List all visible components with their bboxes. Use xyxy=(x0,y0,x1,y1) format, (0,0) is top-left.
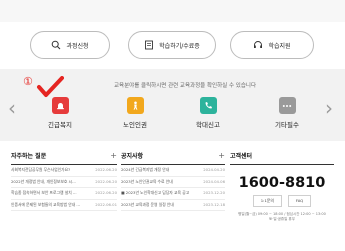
header-strip xyxy=(0,0,345,22)
category-caption: 교육분야를 클릭하시면 관련 교육과정을 확인하실 수 있습니다 xyxy=(113,83,257,89)
next-arrow-icon[interactable]: › xyxy=(325,98,333,118)
alarm-icon xyxy=(51,97,69,114)
notice-title: 공지사항 xyxy=(121,153,144,160)
faq-panel: 자주하는 질문 + 사회복지전담공무원 무슨사업인가요? 2022.06.20 2… xyxy=(11,151,117,211)
notice-row[interactable]: ■ 2023년 노인학대신고 담당자 교육 공고 2023.12.20 xyxy=(121,188,225,200)
phone-icon xyxy=(199,97,217,114)
study-certificate-label: 학습하기/수료증 xyxy=(159,42,200,50)
notice-row[interactable]: 2024년 긴급복지법 개정 안내 2024.04.20 xyxy=(121,165,225,177)
faq-row[interactable]: 학습종 접속하면서 보안 프로그램 설치 ... 2022.06.20 xyxy=(11,188,117,200)
annotation-marker: ① xyxy=(23,75,33,88)
elderly-icon xyxy=(126,97,144,114)
more-icon xyxy=(278,97,296,114)
prev-arrow-icon[interactable]: ‹ xyxy=(8,98,16,118)
customer-center-phone: 1600-8810 xyxy=(238,175,326,191)
category-label: 학대신고 xyxy=(196,121,220,129)
search-icon xyxy=(52,40,61,50)
customer-center-hours: 평일(월~금) 09:00 ~ 18:00 / 점심시간 12:00 ~ 13:… xyxy=(238,212,326,221)
category-item-emergency-welfare[interactable]: 긴급복지 xyxy=(32,97,88,129)
category-item-abuse-report[interactable]: 학대신고 xyxy=(180,97,236,129)
category-item-elderly-rights[interactable]: 노인인권 xyxy=(107,97,163,129)
notice-more-icon[interactable]: + xyxy=(218,151,225,159)
faq-button[interactable]: FAQ xyxy=(287,195,312,207)
study-certificate-button[interactable]: 학습하기/수료증 xyxy=(128,31,216,59)
faq-row[interactable]: 2022년 개정법 안내, 개인정보보호 시... 2022.06.20 xyxy=(11,177,117,188)
certificate-icon xyxy=(145,40,154,50)
notice-row[interactable]: 2023년 교육과정 운영 일정 안내 2023.12.18 xyxy=(121,200,225,211)
notice-row[interactable]: 2023년 노인인권교육 수료 안내 2024.04.06 xyxy=(121,177,225,188)
course-apply-label: 과정신청 xyxy=(66,42,89,50)
study-support-label: 학습지원 xyxy=(268,42,291,50)
faq-row[interactable]: 사회복지전담공무원 무슨사업인가요? 2022.06.20 xyxy=(11,165,117,177)
faq-more-icon[interactable]: + xyxy=(110,151,117,159)
customer-center-panel: 고객센터 1600-8810 1:1문의 FAQ 평일(월~금) 09:00 ~… xyxy=(230,151,334,222)
faq-title: 자주하는 질문 xyxy=(11,153,47,160)
course-apply-button[interactable]: 과정신청 xyxy=(30,31,110,59)
category-item-other-required[interactable]: 기타필수 xyxy=(259,97,315,129)
category-label: 노인인권 xyxy=(123,121,147,129)
notice-panel: 공지사항 + 2024년 긴급복지법 개정 안내 2024.04.20 2023년… xyxy=(121,151,225,211)
inquiry-button[interactable]: 1:1문의 xyxy=(252,195,282,207)
faq-row[interactable]: 인증서에 문제된 보험들의 교육방법 안내 ... 2022.06.01 xyxy=(11,200,117,211)
customer-center-title: 고객센터 xyxy=(230,153,253,160)
headset-icon xyxy=(254,41,263,48)
study-support-button[interactable]: 학습지원 xyxy=(230,31,314,59)
category-label: 긴급복지 xyxy=(48,121,72,129)
category-label: 기타필수 xyxy=(275,121,299,129)
